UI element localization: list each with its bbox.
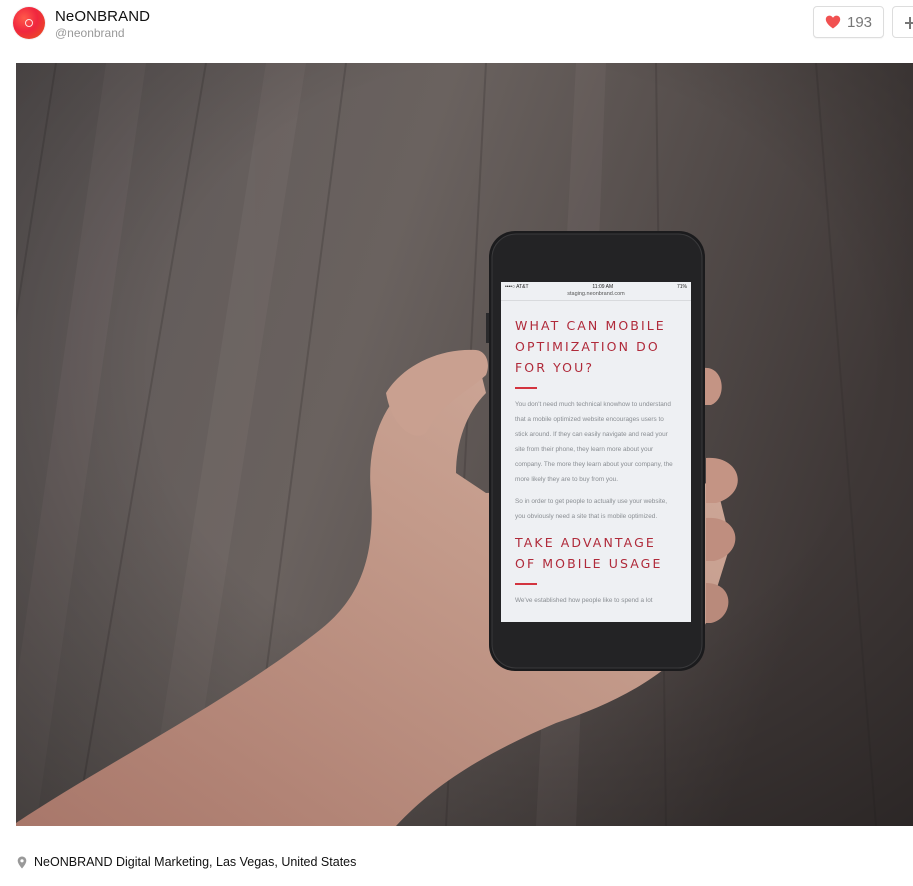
status-battery: 71% xyxy=(676,283,687,290)
heading-rule xyxy=(515,387,537,389)
photo-header: NeONBRAND @neonbrand 193 xyxy=(0,0,913,62)
brand-logo-icon xyxy=(25,19,33,27)
avatar[interactable] xyxy=(13,7,45,39)
photo-scene xyxy=(16,63,913,826)
screen-paragraph-1: You don't need much technical knowhow to… xyxy=(515,401,673,483)
map-pin-icon xyxy=(17,856,27,869)
screen-heading-2: TAKE ADVANTAGE OF MOBILE USAGE xyxy=(515,535,663,571)
screen-paragraph-2: So in order to get people to actually us… xyxy=(515,498,668,520)
screen-heading-1: WHAT CAN MOBILE OPTIMIZATION DO FOR YOU? xyxy=(515,318,666,375)
like-button[interactable]: 193 xyxy=(813,6,884,38)
add-to-collection-button[interactable] xyxy=(892,6,913,38)
status-time: 11:09 AM xyxy=(592,283,614,290)
heading-rule xyxy=(515,583,537,585)
screen-paragraph-3: We've established how people like to spe… xyxy=(515,597,653,604)
photo[interactable]: ••••○ AT&T 11:09 AM 71% staging.neonbran… xyxy=(16,63,913,826)
status-carrier: ••••○ AT&T xyxy=(505,283,529,290)
user-handle[interactable]: @neonbrand xyxy=(55,26,125,40)
phone-url-bar: staging.neonbrand.com xyxy=(501,291,691,301)
photo-location[interactable]: NeONBRAND Digital Marketing, Las Vegas, … xyxy=(17,853,356,871)
heart-icon xyxy=(825,15,841,29)
username[interactable]: NeONBRAND xyxy=(55,8,150,25)
like-count: 193 xyxy=(846,13,873,31)
phone-status-bar: ••••○ AT&T 11:09 AM 71% xyxy=(501,282,691,291)
location-text[interactable]: NeONBRAND Digital Marketing, Las Vegas, … xyxy=(34,855,356,869)
phone-screen: ••••○ AT&T 11:09 AM 71% staging.neonbran… xyxy=(501,282,691,622)
